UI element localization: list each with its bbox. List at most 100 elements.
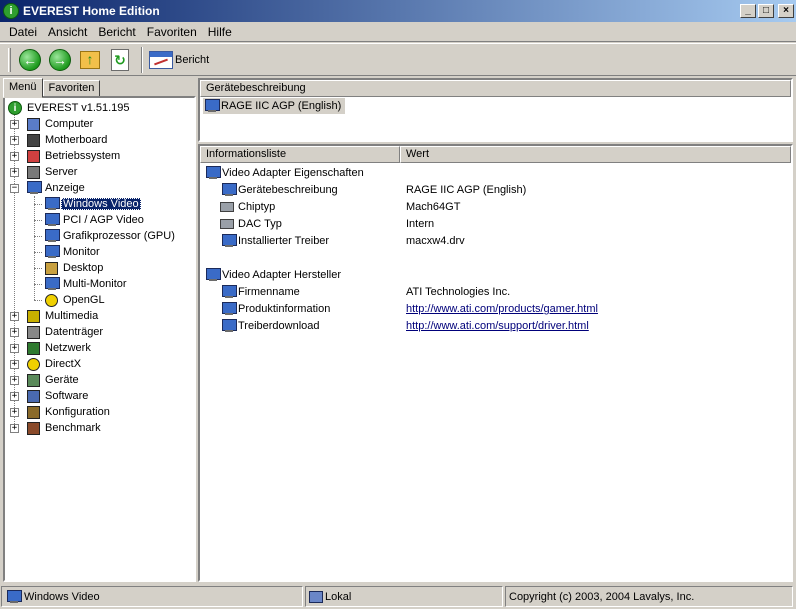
tree-subitem-5[interactable]: Multi-Monitor: [43, 276, 129, 292]
monitor-icon: [43, 212, 60, 228]
monitor-icon: [220, 318, 237, 334]
tree-subitem-1[interactable]: PCI / AGP Video: [43, 212, 146, 228]
expand-toggle[interactable]: +: [10, 328, 19, 337]
tree-item-4[interactable]: Anzeige: [25, 180, 87, 196]
info-value-link[interactable]: http://www.ati.com/support/driver.html: [406, 320, 589, 332]
tree-item-2[interactable]: Betriebssystem: [25, 148, 122, 164]
tree-item-11[interactable]: Konfiguration: [25, 404, 112, 420]
expand-toggle[interactable]: +: [10, 424, 19, 433]
info-group-header[interactable]: Video Adapter Eigenschaften: [204, 165, 364, 181]
computer-icon: [25, 116, 41, 132]
expand-toggle[interactable]: +: [10, 392, 19, 401]
status-copyright: Copyright (c) 2003, 2004 Lavalys, Inc.: [505, 586, 793, 607]
expand-toggle[interactable]: +: [10, 344, 19, 353]
status-section-label: Windows Video: [24, 590, 100, 603]
report-button[interactable]: Bericht: [149, 47, 213, 73]
back-button[interactable]: ←: [17, 47, 43, 73]
status-bar: Windows Video Lokal Copyright (c) 2003, …: [0, 584, 796, 609]
expand-toggle[interactable]: +: [10, 168, 19, 177]
tab-menu[interactable]: Menü: [3, 78, 43, 98]
column-header-value[interactable]: Wert: [400, 146, 791, 163]
info-row[interactable]: Gerätebeschreibung RAGE IIC AGP (English): [220, 182, 780, 198]
info-field: Gerätebeschreibung: [238, 184, 338, 196]
tree-item-label: OpenGL: [63, 294, 105, 306]
monitor-icon: [220, 301, 237, 317]
tree-item-10[interactable]: Software: [25, 388, 90, 404]
toolbar-grip[interactable]: [8, 47, 11, 72]
expand-toggle[interactable]: +: [10, 376, 19, 385]
refresh-icon: ↻: [111, 48, 129, 71]
motherboard-icon: [25, 132, 41, 148]
forward-button[interactable]: →: [47, 47, 73, 73]
info-row[interactable]: Produktinformation http://www.ati.com/pro…: [220, 301, 780, 317]
tree-item-label: Grafikprozessor (GPU): [63, 230, 175, 242]
tree-item-6[interactable]: Datenträger: [25, 324, 105, 340]
monitor-icon: [43, 276, 60, 292]
menu-favoriten[interactable]: Favoriten: [142, 25, 203, 39]
info-group-title: Video Adapter Hersteller: [222, 269, 342, 281]
monitor-icon: [204, 99, 220, 113]
tree-subitem-2[interactable]: Grafikprozessor (GPU): [43, 228, 177, 244]
info-row[interactable]: Firmenname ATI Technologies Inc.: [220, 284, 780, 300]
expand-toggle[interactable]: +: [10, 360, 19, 369]
monitor-icon: [204, 165, 221, 181]
monitor-icon: [204, 267, 221, 283]
expand-toggle[interactable]: +: [10, 120, 19, 129]
tree-subitem-6[interactable]: OpenGL: [43, 292, 107, 308]
expand-toggle[interactable]: +: [10, 312, 19, 321]
window-title: EVEREST Home Edition: [23, 4, 160, 18]
info-value-link[interactable]: http://www.ati.com/products/gamer.html: [406, 303, 598, 315]
tree-item-label: Multi-Monitor: [63, 278, 127, 290]
info-field: Treiberdownload: [238, 320, 320, 332]
column-header-field[interactable]: Informationsliste: [200, 146, 400, 163]
info-row[interactable]: DAC Typ Intern: [220, 216, 780, 232]
forward-arrow-icon: →: [49, 48, 71, 71]
tree-root[interactable]: i EVEREST v1.51.195: [7, 100, 132, 116]
expand-toggle[interactable]: +: [10, 136, 19, 145]
tree-subitem-3[interactable]: Monitor: [43, 244, 102, 260]
info-row[interactable]: Chiptyp Mach64GT: [220, 199, 780, 215]
menu-datei[interactable]: Datei: [4, 25, 43, 39]
refresh-button[interactable]: ↻: [107, 47, 133, 73]
everest-app-icon[interactable]: i: [3, 3, 19, 19]
everest-icon: i: [7, 100, 23, 116]
minimize-button[interactable]: _: [740, 4, 756, 18]
tree-item-8[interactable]: DirectX: [25, 356, 83, 372]
tree-item-label: Desktop: [63, 262, 104, 274]
device-list-item[interactable]: RAGE IIC AGP (English): [203, 98, 346, 114]
expand-toggle[interactable]: +: [10, 152, 19, 161]
tree-item-1[interactable]: Motherboard: [25, 132, 109, 148]
tree-item-label: Betriebssystem: [45, 150, 121, 162]
menu-ansicht[interactable]: Ansicht: [43, 25, 93, 39]
tree-item-label: Server: [45, 166, 78, 178]
tree-item-label: PCI / AGP Video: [63, 214, 144, 226]
close-button[interactable]: ×: [778, 4, 794, 18]
info-panel: Informationsliste Wert Video Adapter Eig…: [198, 144, 793, 582]
chip-icon: [220, 199, 236, 215]
tree-view[interactable]: i EVEREST v1.51.195 Computer + Motherboard + B…: [3, 96, 196, 582]
tree-item-9[interactable]: Geräte: [25, 372, 81, 388]
collapse-toggle[interactable]: −: [10, 184, 19, 193]
info-row[interactable]: Treiberdownload http://www.ati.com/suppor…: [220, 318, 780, 334]
up-button[interactable]: ↑: [77, 47, 103, 73]
tree-item-0[interactable]: Computer: [25, 116, 95, 132]
toolbar: ← → ↑ ↻ Bericht: [0, 43, 796, 76]
tree-item-5[interactable]: Multimedia: [25, 308, 100, 324]
desktop-icon: [43, 260, 59, 276]
tree-subitem-0[interactable]: Windows Video: [43, 196, 141, 212]
tree-item-12[interactable]: Benchmark: [25, 420, 103, 436]
info-row[interactable]: Installierter Treiber macxw4.drv: [220, 233, 780, 249]
speaker-icon: [25, 308, 41, 324]
menu-bericht[interactable]: Bericht: [93, 25, 141, 39]
info-group-header[interactable]: Video Adapter Hersteller: [204, 267, 341, 283]
tree-subitem-4[interactable]: Desktop: [43, 260, 105, 276]
drive-icon: [25, 324, 41, 340]
monitor-icon: [220, 233, 237, 249]
expand-toggle[interactable]: +: [10, 408, 19, 417]
menu-hilfe[interactable]: Hilfe: [203, 25, 238, 39]
network-icon: [25, 340, 41, 356]
maximize-button[interactable]: □: [758, 4, 774, 18]
tree-item-7[interactable]: Netzwerk: [25, 340, 93, 356]
device-panel-header[interactable]: Gerätebeschreibung: [200, 80, 791, 97]
tree-item-3[interactable]: Server: [25, 164, 79, 180]
